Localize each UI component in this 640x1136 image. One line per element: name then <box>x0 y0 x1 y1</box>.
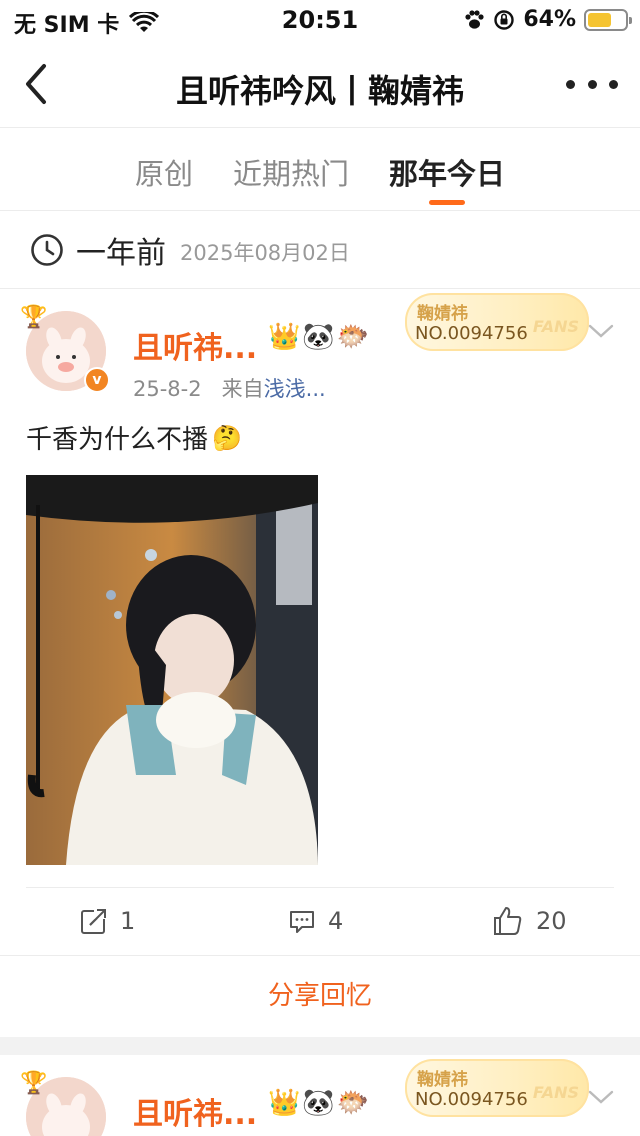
post-card: 🏆 且听祎... 👑 🐼 🐡 鞠婧祎 NO.0094756 FANS <box>0 1055 640 1136</box>
post-actions: 1 4 20 <box>0 888 640 954</box>
fans-card-number: NO.0094756 <box>415 1089 528 1110</box>
fans-card-name: 鞠婧祎 <box>417 304 468 324</box>
post-image[interactable] <box>26 475 318 865</box>
post-card: 🏆 v 且听祎... 👑 🐼 🐡 25-8-2 来自浅浅... 鞠婧祎 NO.0… <box>0 289 640 1037</box>
memory-time-row: 一年前 2025年08月02日 <box>0 212 640 288</box>
panda-emoji-icon: 🐼 <box>302 322 335 352</box>
thinking-face-icon: 🤔 <box>212 423 242 452</box>
status-bar: 无 SIM 卡 20:51 64% <box>0 0 640 40</box>
comment-icon <box>290 911 314 933</box>
share-memory-button[interactable]: 分享回忆 <box>0 955 640 1035</box>
orientation-lock-icon <box>494 9 515 30</box>
repost-button[interactable]: 1 <box>80 888 135 954</box>
tab-active-indicator <box>429 200 465 205</box>
like-count: 20 <box>536 907 567 935</box>
fish-emoji-icon: 🐡 <box>336 1088 370 1118</box>
verified-badge-icon: v <box>84 367 110 393</box>
tab-bar: 原创 近期热门 那年今日 <box>0 129 640 211</box>
tab-recent-hot[interactable]: 近期热门 <box>213 129 369 210</box>
post-text-content: 千香为什么不播 <box>26 425 209 455</box>
post-text: 千香为什么不播 🤔 <box>26 419 242 456</box>
user-badges: 👑 🐼 🐡 <box>268 322 369 352</box>
more-button[interactable] <box>566 72 618 96</box>
tab-original[interactable]: 原创 <box>115 129 213 210</box>
crown-decoration-icon: 🏆 <box>20 305 48 330</box>
fans-card-name: 鞠婧祎 <box>417 1070 468 1090</box>
fans-card[interactable]: 鞠婧祎 NO.0094756 FANS <box>405 293 589 351</box>
battery-icon <box>584 8 632 31</box>
avatar[interactable]: 🏆 <box>20 1071 108 1136</box>
like-button[interactable]: 20 <box>492 888 567 954</box>
post-meta: 25-8-2 来自浅浅... <box>133 373 326 403</box>
user-name[interactable]: 且听祎... <box>133 1089 257 1133</box>
battery-percent: 64% <box>523 7 576 32</box>
fans-card-word: FANS <box>532 317 579 336</box>
fans-card[interactable]: 鞠婧祎 NO.0094756 FANS <box>405 1059 589 1117</box>
panda-emoji-icon: 🐼 <box>302 1088 335 1118</box>
post-source[interactable]: 浅浅... <box>264 377 326 401</box>
nav-header: 且听祎吟风丨鞠婧祎 <box>0 40 640 128</box>
comment-button[interactable]: 4 <box>288 888 343 954</box>
repost-icon <box>81 907 108 934</box>
memory-date: 2025年08月02日 <box>180 241 350 265</box>
fish-emoji-icon: 🐡 <box>336 322 370 352</box>
chevron-down-icon[interactable] <box>588 323 614 339</box>
fans-card-number: NO.0094756 <box>415 323 528 344</box>
fans-card-word: FANS <box>532 1083 579 1102</box>
section-gap <box>0 1037 640 1055</box>
clock-icon <box>31 234 63 266</box>
time-ago-label: 一年前 <box>76 236 166 271</box>
photo-woman-umbrella <box>26 475 318 865</box>
chevron-down-icon[interactable] <box>588 1089 614 1105</box>
page-title: 且听祎吟风丨鞠婧祎 <box>175 72 464 110</box>
crown-decoration-icon: 🏆 <box>20 1071 48 1096</box>
user-badges: 👑 🐼 🐡 <box>268 1088 369 1118</box>
user-name[interactable]: 且听祎... <box>133 323 257 367</box>
comment-count: 4 <box>328 907 344 935</box>
crown-emoji-icon: 👑 <box>268 1088 301 1118</box>
repost-count: 1 <box>120 907 136 935</box>
crown-emoji-icon: 👑 <box>268 322 301 352</box>
status-right: 64% <box>463 7 632 32</box>
post-date: 25-8-2 <box>133 377 202 401</box>
tab-this-day[interactable]: 那年今日 <box>369 129 525 210</box>
paw-icon <box>465 9 484 29</box>
battery-fill <box>588 12 612 27</box>
avatar[interactable]: 🏆 v <box>20 305 110 393</box>
more-dots-icon <box>566 79 575 89</box>
thumbs-up-icon <box>494 907 522 935</box>
post-from-label: 来自 <box>221 377 264 401</box>
